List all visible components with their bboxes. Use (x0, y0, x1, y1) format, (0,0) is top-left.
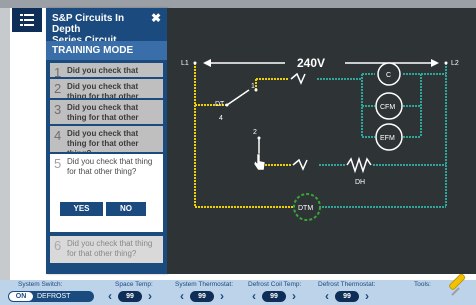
system-thermostat-value: 99 (190, 291, 214, 302)
system-switch-toggle[interactable]: ON DEFROST (8, 291, 94, 302)
top-bar (0, 0, 476, 8)
defrost-coil-value: 99 (262, 291, 286, 302)
no-button[interactable]: NO (106, 202, 146, 216)
step-number: 6 (54, 238, 62, 253)
step-number: 4 (54, 128, 62, 143)
training-panel: S&P Circuits In Depth Series Circuit ✖ T… (46, 8, 167, 274)
defrost-thermostat-label: Defrost Thermostat: (318, 281, 376, 288)
label-c: C (386, 72, 391, 79)
tools-label: Tools: (414, 281, 431, 288)
bottom-control-bar: System Switch: ON DEFROST Space Temp: ‹ … (0, 280, 476, 305)
switch-on-label: ON (9, 292, 33, 301)
step-item-3[interactable]: 3 Did you check that thing for that othe… (50, 100, 163, 124)
label-dh: DH (355, 179, 365, 186)
defrost-coil-increase-icon[interactable]: › (292, 290, 296, 302)
defrost-thermostat-value: 99 (335, 291, 359, 302)
defrost-coil-decrease-icon[interactable]: ‹ (252, 290, 256, 302)
label-pin4: 4 (219, 115, 223, 122)
training-mode-header: TRAINING MODE (46, 41, 167, 60)
step-item-4[interactable]: 4 Did you check that thing for that othe… (50, 126, 163, 152)
label-efm: EFM (380, 135, 395, 142)
node-dot (254, 88, 258, 92)
pressure-switch-symbol (290, 72, 306, 85)
system-thermostat-decrease-icon[interactable]: ‹ (180, 290, 184, 302)
left-rail (0, 8, 10, 280)
node-dot (444, 61, 448, 65)
node-dot (225, 103, 229, 107)
node-dot (193, 61, 197, 65)
step-number: 1 (54, 65, 62, 77)
defrost-heater-resistor (346, 156, 372, 174)
defrost-thermostat-decrease-icon[interactable]: ‹ (325, 290, 329, 302)
step-text: Did you check that thing for that other … (67, 82, 139, 98)
node-dot (257, 136, 261, 140)
step-item-2[interactable]: 2 Did you check that thing for that othe… (50, 79, 163, 98)
system-thermostat-increase-icon[interactable]: › (220, 290, 224, 302)
circuit-diagram: L1 L2 240V DT 1 2 4 C CFM EFM DH DTM (167, 8, 476, 274)
hand-cursor-icon (253, 153, 266, 171)
step-text: Did you check that thing for that other … (67, 129, 139, 152)
tools-button[interactable] (448, 273, 472, 298)
step-text: Did you check that thing for that other … (67, 239, 153, 258)
space-temp-label: Space Temp: (115, 281, 153, 288)
step-number: 5 (54, 156, 62, 171)
step-text: Did you check that thing for that other … (67, 157, 153, 176)
step-number: 3 (54, 102, 62, 117)
system-thermostat-label: System Thermostat: (175, 281, 234, 288)
label-l2: L2 (451, 60, 459, 67)
step-number: 2 (54, 81, 62, 96)
defrost-switch-symbol (292, 158, 308, 171)
circuit-diagram-svg: L1 L2 240V DT 1 2 4 C CFM EFM DH DTM (181, 56, 459, 221)
space-temp-increase-icon[interactable]: › (148, 290, 152, 302)
label-dt: DT (215, 101, 225, 108)
yes-button[interactable]: YES (60, 202, 103, 216)
dt-switch-blade (226, 89, 250, 106)
screwdriver-icon (449, 273, 466, 296)
label-dtm: DTM (298, 205, 313, 212)
label-l1: L1 (181, 60, 189, 67)
switch-defrost-label: DEFROST (37, 293, 71, 300)
step-text: Did you check that thing for that other … (67, 103, 139, 124)
space-temp-decrease-icon[interactable]: ‹ (108, 290, 112, 302)
panel-title-line1: S&P Circuits In Depth (52, 13, 125, 35)
app-window: S&P Circuits In Depth Series Circuit ✖ T… (0, 0, 476, 305)
arrowhead-right-icon (431, 59, 439, 67)
label-voltage: 240V (297, 56, 325, 70)
step-item-6[interactable]: 6 Did you check that thing for that othe… (50, 236, 163, 263)
step-item-1[interactable]: 1 Did you check that thing (50, 63, 163, 77)
step-item-5-active[interactable]: 5 Did you check that thing for that othe… (50, 154, 163, 232)
label-pin1: 1 (251, 83, 255, 90)
hamburger-menu-icon (20, 14, 34, 26)
space-temp-value: 99 (118, 291, 142, 302)
defrost-coil-temp-label: Defrost Coil Temp: (248, 281, 302, 288)
label-cfm: CFM (380, 104, 395, 111)
menu-button[interactable] (12, 8, 42, 32)
defrost-thermostat-increase-icon[interactable]: › (365, 290, 369, 302)
close-icon[interactable]: ✖ (151, 11, 161, 25)
label-pin2: 2 (253, 129, 257, 136)
system-switch-label: System Switch: (18, 281, 63, 288)
arrowhead-left-icon (203, 59, 211, 67)
step-text: Did you check that thing (67, 66, 139, 77)
